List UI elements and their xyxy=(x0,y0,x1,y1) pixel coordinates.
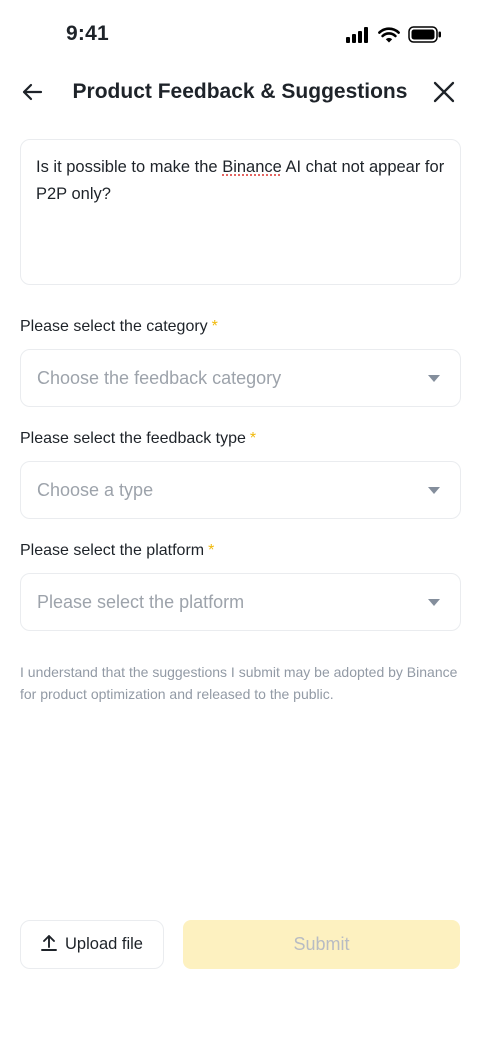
feedback-text-flagged-word: Binance xyxy=(222,158,282,176)
category-placeholder: Choose the feedback category xyxy=(37,367,282,388)
status-bar: 9:41 xyxy=(0,0,480,72)
wifi-icon xyxy=(378,26,400,48)
category-label-text: Please select the category xyxy=(20,318,208,335)
feedback-textarea[interactable]: Is it possible to make the Binance AI ch… xyxy=(20,139,461,285)
caret-down-icon xyxy=(428,598,440,606)
upload-file-button[interactable]: Upload file xyxy=(20,920,164,969)
platform-placeholder: Please select the platform xyxy=(37,591,245,612)
required-mark: * xyxy=(208,542,215,559)
submit-button[interactable]: Submit xyxy=(183,920,460,969)
caret-down-icon xyxy=(428,374,440,382)
feedback-text-part: Is it possible to make the xyxy=(36,158,223,176)
caret-down-icon xyxy=(428,486,440,494)
required-mark: * xyxy=(211,318,218,335)
signal-icon xyxy=(346,26,370,48)
disclaimer-text: I understand that the suggestions I subm… xyxy=(20,664,458,702)
required-mark: * xyxy=(249,430,257,447)
upload-icon xyxy=(41,934,57,956)
platform-select[interactable]: Please select the platform xyxy=(20,573,461,631)
feedback-type-placeholder: Choose a type xyxy=(37,479,154,500)
close-icon xyxy=(433,81,455,108)
category-select[interactable]: Choose the feedback category xyxy=(20,349,461,407)
status-time: 9:41 xyxy=(66,22,109,45)
feedback-type-select[interactable]: Choose a type xyxy=(20,461,461,519)
upload-file-label: Upload file xyxy=(65,935,143,953)
status-icons xyxy=(346,26,442,48)
feedback-screen: 9:41 Product Feedback & Suggestions Is i… xyxy=(0,0,480,1040)
close-button[interactable] xyxy=(428,78,460,110)
platform-label: Please select the platform * xyxy=(20,542,214,560)
header: Product Feedback & Suggestions xyxy=(0,72,480,114)
page-title: Product Feedback & Suggestions xyxy=(72,80,408,103)
battery-icon xyxy=(408,26,442,48)
platform-label-text: Please select the platform xyxy=(20,542,205,559)
feedback-type-label-text: Please select the feedback type xyxy=(20,430,246,447)
category-label: Please select the category * xyxy=(20,318,218,336)
feedback-type-label: Please select the feedback type * xyxy=(20,430,256,448)
